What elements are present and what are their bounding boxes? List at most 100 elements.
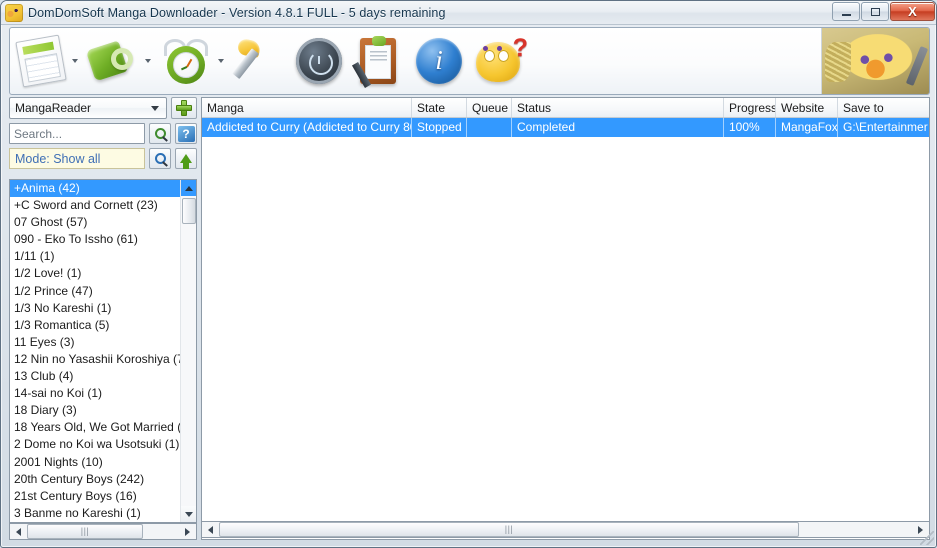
green-tag-icon[interactable] <box>85 34 140 88</box>
search-icon <box>154 128 166 139</box>
resize-grip[interactable] <box>920 531 934 545</box>
scroll-thumb[interactable] <box>182 198 196 224</box>
list-item[interactable]: 11 Eyes (3) <box>10 334 180 351</box>
question-face-icon[interactable]: ? <box>472 34 528 88</box>
list-item[interactable]: 2 Dome no Koi wa Usotsuki (1) <box>10 436 180 453</box>
column-header-progress[interactable]: Progress <box>724 98 776 117</box>
cell-website: MangaFox <box>776 118 838 137</box>
list-item[interactable]: 20th Century Boys (242) <box>10 471 180 488</box>
cell-status: Completed <box>512 118 724 137</box>
scroll-down-button[interactable] <box>180 506 196 522</box>
cell-queue <box>467 118 512 137</box>
manga-list-vertical-scrollbar[interactable] <box>180 180 196 522</box>
manga-list-items: +Anima (42) +C Sword and Cornett (23) 07 G… <box>10 180 180 522</box>
help-button[interactable]: ? <box>175 123 197 144</box>
column-header-website[interactable]: Website <box>776 98 838 117</box>
list-item[interactable]: 13 Club (4) <box>10 368 180 385</box>
list-item[interactable]: 1/2 Love! (1) <box>10 265 180 282</box>
list-item[interactable]: 21st Century Boys (16) <box>10 488 180 505</box>
filter-button[interactable] <box>149 148 171 169</box>
info-icon[interactable]: i <box>412 34 466 88</box>
chevron-down-icon-download-list[interactable] <box>70 34 79 88</box>
list-item[interactable]: +Anima (42) <box>10 180 180 198</box>
alarm-clock-icon[interactable] <box>159 34 213 88</box>
mode-label[interactable]: Mode: Show all <box>9 148 145 169</box>
list-item[interactable]: 1/11 (1) <box>10 248 180 265</box>
list-item[interactable]: 2001 Nights (10) <box>10 454 180 471</box>
question-mark-icon: ? <box>177 125 195 142</box>
refresh-icon <box>180 154 192 169</box>
manga-list-horizontal-scrollbar[interactable]: ||| <box>9 523 197 540</box>
list-item[interactable]: 14-sai no Koi (1) <box>10 385 180 402</box>
search-button[interactable] <box>149 123 171 144</box>
list-item[interactable]: 12 Nin no Yasashii Koroshiya (7) <box>10 351 180 368</box>
screwdriver-settings-icon[interactable] <box>232 34 286 88</box>
table-row[interactable]: Addicted to Curry (Addicted to Curry 80:… <box>202 118 929 137</box>
maximize-button[interactable] <box>861 2 889 21</box>
toolbar-item-log[interactable] <box>349 28 409 94</box>
cell-progress: 100% <box>724 118 776 137</box>
title-bar: DomDomSoft Manga Downloader - Version 4.… <box>1 1 936 25</box>
scroll-up-button[interactable] <box>180 180 196 196</box>
sidebar: MangaReader Search... ? Mode: Show all +… <box>9 97 197 540</box>
list-item[interactable]: 18 Years Old, We Got Married (4) <box>10 419 180 436</box>
hscroll-right-button[interactable] <box>179 524 196 539</box>
list-item[interactable]: +C Sword and Cornett (23) <box>10 197 180 214</box>
list-item[interactable]: 3 Banme no Kareshi (1) <box>10 505 180 522</box>
hscroll-thumb[interactable]: ||| <box>27 524 143 539</box>
minimize-icon <box>841 13 851 16</box>
search-row: Search... ? <box>9 123 197 144</box>
download-table-horizontal-scrollbar[interactable]: ||| <box>201 521 930 538</box>
add-source-button[interactable] <box>171 97 197 119</box>
toolbar-item-help[interactable]: ? <box>469 28 529 94</box>
column-header-status[interactable]: Status <box>512 98 724 117</box>
toolbar-item-history[interactable] <box>289 28 349 94</box>
list-item[interactable]: 07 Ghost (57) <box>10 214 180 231</box>
filter-search-icon <box>154 153 166 164</box>
table-hscroll-left-button[interactable] <box>202 522 219 537</box>
column-header-state[interactable]: State <box>412 98 467 117</box>
download-table: Manga State Queue Status Progress Website Save… <box>201 97 930 540</box>
hscroll-left-button[interactable] <box>10 524 27 539</box>
toolbar-item-settings[interactable] <box>229 28 289 94</box>
list-item[interactable]: 18 Diary (3) <box>10 402 180 419</box>
history-clock-icon[interactable] <box>292 34 346 88</box>
window-title: DomDomSoft Manga Downloader - Version 4.… <box>28 5 446 20</box>
clipboard-pen-icon[interactable] <box>351 34 406 89</box>
grip-icon: ||| <box>80 526 90 536</box>
column-header-queue[interactable]: Queue <box>467 98 512 117</box>
grip-icon: ||| <box>504 524 514 534</box>
source-select[interactable]: MangaReader <box>9 97 167 119</box>
download-list-icon[interactable] <box>13 34 67 88</box>
cell-save-to: G:\Entertainmer <box>838 118 929 137</box>
minimize-button[interactable] <box>832 2 860 21</box>
chevron-down-icon-green-tag[interactable] <box>143 34 152 88</box>
toolbar-item-about[interactable]: i <box>409 28 469 94</box>
table-body: Addicted to Curry (Addicted to Curry 80:… <box>202 118 929 137</box>
toolbar-item-download-list[interactable] <box>10 28 70 94</box>
cell-state: Stopped <box>412 118 467 137</box>
main-toolbar: i ? <box>9 27 930 95</box>
column-header-manga[interactable]: Manga <box>202 98 412 117</box>
cell-manga: Addicted to Curry (Addicted to Curry 80:… <box>202 118 412 137</box>
toolbar-item-green-tag[interactable] <box>83 28 143 94</box>
toolbar-item-scheduler[interactable] <box>156 28 216 94</box>
chevron-down-icon <box>151 105 159 111</box>
list-item[interactable]: 1/2 Prince (47) <box>10 283 180 300</box>
list-item[interactable]: 090 - Eko To Issho (61) <box>10 231 180 248</box>
window-controls: X <box>832 2 935 21</box>
chocobo-banner <box>821 28 929 94</box>
close-button[interactable]: X <box>890 2 935 21</box>
search-input[interactable]: Search... <box>9 123 145 144</box>
table-header-row: Manga State Queue Status Progress Website Save… <box>202 98 929 118</box>
list-item[interactable]: 1/3 Romantica (5) <box>10 317 180 334</box>
source-row: MangaReader <box>9 97 197 119</box>
manga-list[interactable]: +Anima (42) +C Sword and Cornett (23) 07 G… <box>9 179 197 523</box>
table-hscroll-thumb[interactable]: ||| <box>219 522 799 537</box>
source-select-value: MangaReader <box>15 101 92 115</box>
column-header-save-to[interactable]: Save to <box>838 98 929 117</box>
chevron-down-icon-scheduler[interactable] <box>216 34 225 88</box>
refresh-button[interactable] <box>175 148 197 169</box>
list-item[interactable]: 1/3 No Kareshi (1) <box>10 300 180 317</box>
chocobo-icon <box>5 3 23 22</box>
